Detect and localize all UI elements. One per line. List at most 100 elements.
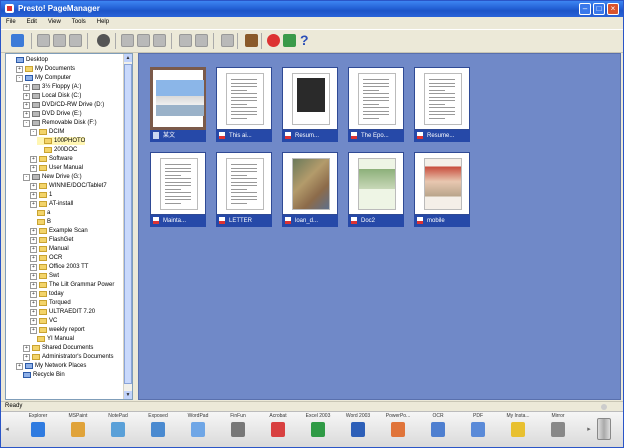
tree-item[interactable]: + Swt [30, 272, 59, 280]
app-launcher[interactable]: Mirror [539, 413, 577, 437]
expand-toggle-icon[interactable]: + [23, 353, 30, 361]
tree-item[interactable]: + WINNIE/DOC/Tablet7 [30, 182, 107, 190]
expand-toggle-icon[interactable]: + [30, 317, 37, 325]
app-launcher[interactable]: MSPaint [59, 413, 97, 437]
tree-item[interactable]: 200DOC [37, 146, 77, 154]
tree-item[interactable]: YI Manual [30, 335, 74, 343]
print-preview-icon[interactable] [69, 34, 82, 47]
tree-item[interactable]: - DCIM [30, 128, 64, 136]
tree-item[interactable]: - New Drive (G:) [23, 173, 82, 181]
resize-grip-icon[interactable] [601, 404, 607, 410]
expand-toggle-icon[interactable]: + [30, 272, 37, 280]
menu-tools[interactable]: Tools [72, 17, 86, 28]
app-launcher[interactable]: My Insta... [499, 413, 537, 437]
file-thumbnail[interactable]: Resume... [414, 67, 470, 142]
tree-item[interactable]: a [30, 209, 50, 217]
tree-item[interactable]: + AT-install [30, 200, 73, 208]
app-launcher[interactable]: PowerPo... [379, 413, 417, 437]
expand-toggle-icon[interactable]: + [30, 155, 37, 163]
app-launcher[interactable]: FinFun [219, 413, 257, 437]
trash-can-icon[interactable] [597, 418, 611, 440]
app-launcher[interactable]: NotePad [99, 413, 137, 437]
expand-toggle-icon[interactable]: + [30, 236, 37, 244]
expand-toggle-icon[interactable]: + [30, 245, 37, 253]
tree-scrollbar[interactable]: ▲ ▼ [123, 54, 132, 399]
refresh-icon[interactable] [283, 34, 296, 47]
menu-file[interactable]: File [6, 17, 16, 28]
expand-toggle-icon[interactable]: - [23, 173, 30, 181]
expand-toggle-icon[interactable]: + [23, 92, 30, 100]
minimize-icon[interactable]: – [579, 3, 591, 15]
expand-toggle-icon[interactable]: - [23, 119, 30, 127]
unstack-icon[interactable] [195, 34, 208, 47]
tree-item[interactable]: 100PHOTO [37, 137, 86, 145]
annotate-icon[interactable] [221, 34, 234, 47]
file-thumbnail[interactable]: Mainta... [150, 152, 206, 227]
file-thumbnail[interactable]: This ai... [216, 67, 272, 142]
app-launcher[interactable]: Exposed [139, 413, 177, 437]
tree-item[interactable]: +3½ Floppy (A:) [23, 83, 81, 91]
expand-toggle-icon[interactable]: + [30, 254, 37, 262]
app-launcher[interactable]: Explorer [19, 413, 57, 437]
file-thumbnail[interactable]: 某文 [150, 67, 206, 142]
menu-edit[interactable]: Edit [27, 17, 37, 28]
file-thumbnail[interactable]: LETTER [216, 152, 272, 227]
file-thumbnail[interactable]: mobile [414, 152, 470, 227]
tree-item[interactable]: + ULTRAEDIT 7.20 [30, 308, 95, 316]
stop-icon[interactable] [267, 34, 280, 47]
app-launcher[interactable]: OCR [419, 413, 457, 437]
menu-view[interactable]: View [48, 17, 61, 28]
scroll-thumb[interactable] [124, 64, 132, 384]
scroll-right-icon[interactable]: ▸ [585, 424, 593, 436]
expand-toggle-icon[interactable]: + [23, 110, 30, 118]
tree-item[interactable]: + weekly report [30, 326, 85, 334]
expand-toggle-icon[interactable]: + [30, 308, 37, 316]
expand-toggle-icon[interactable]: + [16, 65, 23, 73]
expand-toggle-icon[interactable]: + [16, 362, 23, 370]
expand-toggle-icon[interactable]: + [23, 83, 30, 91]
expand-toggle-icon[interactable]: + [30, 290, 37, 298]
expand-toggle-icon[interactable]: + [30, 326, 37, 334]
maximize-icon[interactable]: □ [593, 3, 605, 15]
stack-icon[interactable] [179, 34, 192, 47]
file-thumbnail[interactable]: Resum... [282, 67, 338, 142]
tree-item[interactable]: + today [30, 290, 64, 298]
tree-item[interactable]: + Local Disk (C:) [23, 92, 81, 100]
zoom-out-icon[interactable] [137, 34, 150, 47]
file-thumbnail[interactable]: Doc2 [348, 152, 404, 227]
scroll-down-icon[interactable]: ▼ [124, 391, 132, 399]
crop-icon[interactable] [153, 34, 166, 47]
expand-toggle-icon[interactable]: + [23, 344, 30, 352]
zoom-icon[interactable] [97, 34, 110, 47]
expand-toggle-icon[interactable]: + [30, 200, 37, 208]
tree-item[interactable]: + Administrator's Documents [23, 353, 114, 361]
close-icon[interactable]: × [607, 3, 619, 15]
app-launcher[interactable]: Word 2003 [339, 413, 377, 437]
tree-item[interactable]: + DVD/CD-RW Drive (D:) [23, 101, 104, 109]
scroll-left-icon[interactable]: ◂ [3, 424, 11, 436]
expand-toggle-icon[interactable]: + [30, 299, 37, 307]
file-thumbnail[interactable]: The Epo... [348, 67, 404, 142]
file-thumbnail[interactable]: loan_d... [282, 152, 338, 227]
tree-item[interactable]: + My Documents [16, 65, 75, 73]
tree-item[interactable]: Recycle Bin [16, 371, 65, 379]
tree-item[interactable]: B [30, 218, 51, 226]
app-launcher[interactable]: Excel 2003 [299, 413, 337, 437]
tree-item[interactable]: + My Network Places [16, 362, 86, 370]
scroll-up-icon[interactable]: ▲ [124, 54, 132, 62]
tree-item[interactable]: + Office 2003 TT [30, 263, 88, 271]
tree-item[interactable]: - My Computer [16, 74, 71, 82]
expand-toggle-icon[interactable]: - [30, 128, 37, 136]
expand-toggle-icon[interactable]: + [30, 164, 37, 172]
app-launcher[interactable]: PDF [459, 413, 497, 437]
tree-item[interactable]: + Torqued [30, 299, 71, 307]
print-setup-icon[interactable] [53, 34, 66, 47]
tree-item[interactable]: + The Lilt Grammar Power [30, 281, 114, 289]
app-launcher[interactable]: Acrobat [259, 413, 297, 437]
tree-item[interactable]: + Example Scan [30, 227, 88, 235]
tree-item[interactable]: + User Manual [30, 164, 83, 172]
tree-item[interactable]: + DVD Drive (E:) [23, 110, 82, 118]
tree-item[interactable]: + OCR [30, 254, 62, 262]
tree-item[interactable]: +1 [30, 191, 52, 199]
tree-item[interactable]: Desktop [9, 56, 48, 64]
